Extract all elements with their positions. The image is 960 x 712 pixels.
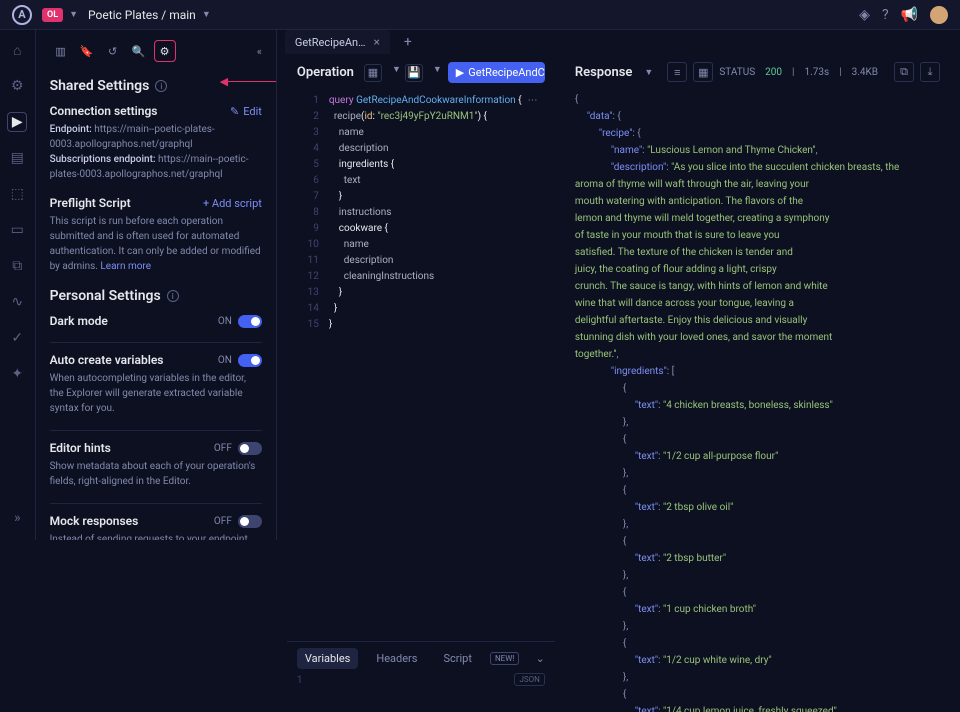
rail-magic-icon[interactable]: ✦ (7, 364, 27, 384)
hints-toggle[interactable] (238, 442, 262, 455)
hints-help: Show metadata about each of your operati… (50, 459, 262, 489)
nav-rail: ⌂ ⚙ ▶ ▤ ⬚ ▭ ⧉ ∿ ✓ ✦ » (0, 30, 36, 540)
panel-icon[interactable]: ▥ (50, 40, 72, 62)
rail-window-icon[interactable]: ▭ (7, 220, 27, 240)
tab-headers[interactable]: Headers (368, 648, 425, 669)
autovars-toggle[interactable] (238, 354, 262, 367)
response-view-list-icon[interactable]: ≡ (667, 62, 687, 82)
status-label: STATUS (719, 67, 755, 78)
edit-connection-link[interactable]: ✎ Edit (230, 105, 262, 118)
bookmark-icon[interactable]: 🔖 (76, 40, 98, 62)
org-badge[interactable]: OL (42, 8, 63, 22)
org-chevron-icon[interactable]: ▼ (69, 9, 78, 20)
topbar: A OL ▼ Poetic Plates / main ▼ ◈ ? 📢 (0, 0, 960, 30)
operation-panel: Operation ▦ ▼ 💾 ▼ ▶ GetRecipeAndCookware… (287, 54, 555, 712)
status-code: 200 (765, 67, 782, 78)
info-icon[interactable]: i (167, 290, 179, 302)
new-badge: NEW! (490, 652, 519, 665)
download-icon[interactable]: ⤓ (920, 62, 940, 82)
preflight-title: Preflight Script (50, 196, 131, 210)
rail-devices-icon[interactable]: ⧉ (7, 256, 27, 276)
search-icon[interactable]: 🔍 (128, 40, 150, 62)
breadcrumb[interactable]: Poetic Plates / main (88, 8, 196, 22)
mock-label: Mock responses (50, 514, 139, 528)
endpoint-row: Endpoint: https://main--poetic-plates-00… (50, 122, 262, 152)
callout-line (226, 81, 277, 82)
autovars-help: When autocompleting variables in the edi… (50, 371, 262, 416)
chevron-down-icon[interactable]: ▼ (644, 67, 653, 78)
personal-settings-title: Personal Settings i (50, 288, 262, 304)
app-logo[interactable]: A (12, 5, 32, 25)
tab-operation[interactable]: GetRecipeAn… × (285, 30, 390, 54)
mock-help: Instead of sending requests to your endp… (50, 532, 262, 540)
diamond-icon[interactable]: ◈ (859, 7, 870, 23)
tab-variables[interactable]: Variables (297, 648, 359, 669)
query-editor[interactable]: 1query GetRecipeAndCookwareInformation {… (287, 91, 555, 641)
rail-explorer-icon[interactable]: ▶ (7, 112, 27, 132)
operation-save-icon[interactable]: 💾 (405, 64, 423, 82)
settings-icon[interactable]: ⚙ (154, 40, 176, 62)
add-files-button[interactable]: + Add files (297, 709, 545, 712)
response-panel: Response ▼ ≡ ▦ STATUS 200 | 1.73s | 3.4K… (565, 54, 950, 712)
operation-title: Operation (297, 65, 354, 80)
history-icon[interactable]: ↺ (102, 40, 124, 62)
info-icon[interactable]: i (155, 80, 167, 92)
settings-sidebar: ▥ 🔖 ↺ 🔍 ⚙ ◀ « Shared Settings i Connecti… (36, 30, 277, 540)
avatar[interactable] (930, 6, 948, 24)
copy-icon[interactable]: ⧉ (894, 62, 914, 82)
rail-cube-icon[interactable]: ⬚ (7, 184, 27, 204)
learn-more-link[interactable]: Learn more (100, 261, 151, 272)
subscriptions-row: Subscriptions endpoint: https://main--po… (50, 152, 262, 182)
hints-label: Editor hints (50, 441, 111, 455)
response-viewer[interactable]: { "data": { "recipe": { "name": "Lusciou… (565, 90, 950, 712)
chevron-down-icon[interactable]: ▼ (392, 64, 401, 82)
rail-clipboard-icon[interactable]: ▤ (7, 148, 27, 168)
collapse-vars-icon[interactable]: ⌄ (536, 652, 545, 665)
help-icon[interactable]: ? (882, 7, 889, 23)
dark-mode-toggle[interactable] (238, 315, 262, 328)
operation-menu-icon[interactable]: ▦ (364, 64, 382, 82)
run-button[interactable]: ▶ GetRecipeAndCookwareI… (448, 62, 545, 83)
add-script-link[interactable]: + Add script (203, 197, 262, 210)
close-tab-icon[interactable]: × (373, 35, 379, 49)
variables-editor[interactable]: 1 (297, 669, 545, 709)
rail-activity-icon[interactable]: ∿ (7, 292, 27, 312)
rail-home-icon[interactable]: ⌂ (7, 40, 27, 60)
json-badge: JSON (514, 673, 544, 686)
rail-expand-icon[interactable]: » (7, 508, 27, 528)
collapse-sidebar-icon[interactable]: « (257, 45, 262, 58)
announce-icon[interactable]: 📢 (901, 7, 918, 23)
branch-chevron-icon[interactable]: ▼ (202, 9, 211, 20)
mock-toggle[interactable] (238, 515, 262, 528)
tabbar: GetRecipeAn… × + (277, 30, 960, 54)
add-tab-button[interactable]: + (398, 34, 418, 50)
chevron-down-icon[interactable]: ▼ (433, 64, 442, 82)
response-title: Response (575, 65, 633, 80)
response-size: 3.4KB (852, 67, 878, 78)
connection-settings-title: Connection settings (50, 104, 158, 118)
autovars-label: Auto create variables (50, 353, 164, 367)
preflight-help: This script is run before each operation… (50, 214, 262, 274)
response-view-table-icon[interactable]: ▦ (693, 62, 713, 82)
response-time: 1.73s (804, 67, 829, 78)
dark-mode-label: Dark mode (50, 314, 108, 328)
rail-check-icon[interactable]: ✓ (7, 328, 27, 348)
tab-script[interactable]: Script (435, 648, 479, 669)
rail-tune-icon[interactable]: ⚙ (7, 76, 27, 96)
